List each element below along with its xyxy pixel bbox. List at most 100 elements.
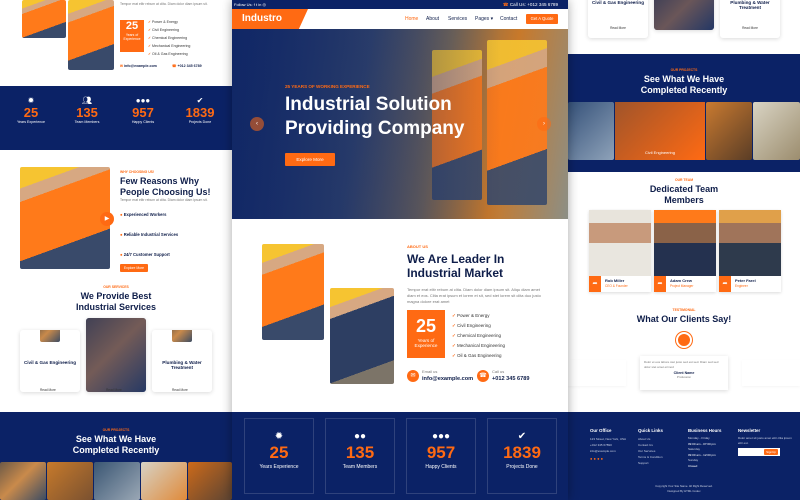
team-eyebrow: OUR TEAM bbox=[674, 178, 694, 182]
team-photo bbox=[654, 210, 716, 276]
service-card[interactable]: Civil & Gas Engineering bbox=[20, 330, 80, 392]
footer-social-icons[interactable]: ● ● ● ● bbox=[590, 456, 603, 461]
stat-label: Happy Clients bbox=[425, 464, 457, 470]
nav-services[interactable]: Services bbox=[448, 16, 467, 22]
carousel-prev-button[interactable]: ‹ bbox=[250, 117, 264, 131]
read-more-link[interactable]: Read More bbox=[106, 388, 122, 392]
stat-number: 25 bbox=[269, 443, 289, 462]
about-worker-image bbox=[330, 288, 394, 384]
stat: ✹ 25 Years Experience bbox=[6, 96, 56, 124]
stat-number: 957 bbox=[132, 105, 154, 120]
footer-links: About Us Contact Us Our Services Terms &… bbox=[638, 436, 663, 466]
team-photo bbox=[589, 210, 651, 276]
chevron-down-icon: ▾ bbox=[490, 16, 494, 22]
email-value: info@example.com bbox=[124, 64, 157, 68]
facebook-icon[interactable]: f bbox=[254, 2, 255, 7]
check-item: Oil & Gas Engineering bbox=[148, 50, 190, 58]
people-icon: ●●● bbox=[431, 431, 451, 442]
service-image bbox=[40, 330, 60, 342]
stat-label: Team Members bbox=[342, 464, 378, 470]
facebook-icon[interactable]: ● bbox=[594, 456, 596, 461]
check-item: Power & Energy bbox=[148, 18, 190, 26]
about-title: We Are Leader In Industrial Market bbox=[407, 252, 505, 280]
linkedin-icon[interactable]: in bbox=[258, 2, 261, 7]
check-item: Chemical Engineering bbox=[148, 34, 190, 42]
right-preview-panel: Civil & Gas Engineering Read More Plumbin… bbox=[568, 0, 800, 500]
instagram-icon[interactable]: ◎ bbox=[263, 2, 267, 7]
twitter-icon[interactable]: ● bbox=[590, 456, 592, 461]
testimonial-card-faded bbox=[568, 360, 626, 386]
team-role: Engineer bbox=[735, 284, 748, 288]
newsletter-text: Dolor amet sit justo amet elitr clita ip… bbox=[738, 436, 792, 445]
stat-number: 135 bbox=[76, 105, 98, 120]
why-image bbox=[20, 167, 110, 269]
check-item: Mechanical Engineering bbox=[148, 42, 190, 50]
share-icon[interactable]: ➦ bbox=[654, 276, 666, 292]
read-more-link[interactable]: Read More bbox=[172, 388, 188, 392]
read-more-link[interactable]: Read More bbox=[40, 388, 56, 392]
stat-label: Years Experience bbox=[259, 464, 299, 470]
nav-contact[interactable]: Contact bbox=[500, 16, 517, 22]
linkedin-icon[interactable]: ● bbox=[601, 456, 603, 461]
service-title: Civil & Gas Engineering bbox=[23, 360, 77, 365]
project-image bbox=[47, 462, 93, 500]
footer-hours: Monday - Friday 09:00 am - 07:00 pm Satur… bbox=[688, 436, 716, 468]
projects-eyebrow: OUR PROJECTS bbox=[670, 68, 698, 72]
project-image bbox=[706, 102, 752, 160]
stat: ●●● 957 Happy Clients bbox=[406, 418, 476, 494]
get-quote-button[interactable]: Get A Quote bbox=[526, 14, 558, 24]
stat-number: 1839 bbox=[503, 443, 541, 462]
nav-about[interactable]: About bbox=[426, 16, 439, 22]
brand-logo[interactable]: Industro bbox=[232, 9, 308, 29]
team-card[interactable]: ➦ Peter Farel Engineer bbox=[719, 210, 781, 292]
nav-pages[interactable]: Pages ▾ bbox=[475, 16, 493, 22]
carousel-next-button[interactable]: › bbox=[537, 117, 551, 131]
stat-label: Happy Clients bbox=[131, 120, 155, 124]
project-image bbox=[753, 102, 800, 160]
read-more-link[interactable]: Read More bbox=[720, 26, 780, 30]
nav-home[interactable]: Home bbox=[405, 16, 418, 22]
service-card[interactable]: Civil & Gas Engineering Read More bbox=[588, 0, 648, 38]
stat-label: Team Members bbox=[74, 120, 100, 124]
team-card[interactable]: ➦ Rob Miller CEO & Founder bbox=[589, 210, 651, 292]
play-button[interactable]: ▶ bbox=[100, 212, 114, 226]
team-card[interactable]: ➦ Adam Crew Project Manager bbox=[654, 210, 716, 292]
experience-box: 25 Years of Experience bbox=[120, 20, 144, 52]
team-photo bbox=[719, 210, 781, 276]
newsletter-signup-button[interactable]: SignUp bbox=[764, 449, 778, 455]
share-icon[interactable]: ➦ bbox=[589, 276, 601, 292]
client-avatar bbox=[676, 332, 692, 348]
phone-value: +012 345 6789 bbox=[492, 376, 530, 382]
hero-explore-button[interactable]: Explore More bbox=[285, 153, 335, 166]
service-title: Plumbing & Water Treatment bbox=[730, 0, 770, 10]
service-card[interactable] bbox=[86, 318, 146, 392]
users-icon: ●● bbox=[353, 431, 367, 442]
phone-value: +012 345 6789 bbox=[177, 64, 202, 68]
stat-label: Projects Done bbox=[506, 464, 538, 470]
service-card[interactable]: Plumbing & Water Treatment Read More bbox=[720, 0, 780, 38]
service-title: Plumbing & Water Treatment bbox=[162, 360, 202, 370]
read-more-link[interactable]: Read More bbox=[588, 26, 648, 30]
share-icon[interactable]: ➦ bbox=[719, 276, 731, 292]
team-name: Adam Crew bbox=[670, 278, 693, 283]
stat: ✔ 1839 Projects Done bbox=[174, 96, 226, 124]
why-text: Tempor erat elitr rebum at clita. Diam d… bbox=[120, 198, 208, 202]
check-item: Mechanical Engineering bbox=[452, 341, 505, 351]
why-item: ● Reliable Industrial Services bbox=[120, 232, 179, 237]
why-explore-button[interactable]: Explore More bbox=[120, 264, 148, 272]
project-image bbox=[568, 102, 614, 160]
stat-number: 25 bbox=[23, 105, 39, 120]
service-card[interactable]: Plumbing & Water Treatment bbox=[152, 330, 212, 392]
footer-hours-heading: Business Hours bbox=[688, 428, 722, 433]
service-card[interactable] bbox=[654, 0, 714, 30]
footer-link[interactable]: Support bbox=[638, 460, 663, 466]
twitter-icon[interactable]: t bbox=[256, 2, 257, 7]
why-title: Few Reasons Why People Choosing Us! bbox=[120, 176, 211, 197]
youtube-icon[interactable]: ● bbox=[597, 456, 599, 461]
why-item: ● Experienced Workers bbox=[120, 212, 167, 217]
hero-title: Industrial Solution Providing Company bbox=[285, 94, 465, 139]
team-role: Project Manager bbox=[670, 284, 694, 288]
service-image bbox=[654, 0, 714, 30]
testimonial-card: Dolor et eos labore stet justo sed est s… bbox=[640, 356, 728, 390]
check-badge-icon: ✔ bbox=[517, 431, 527, 442]
